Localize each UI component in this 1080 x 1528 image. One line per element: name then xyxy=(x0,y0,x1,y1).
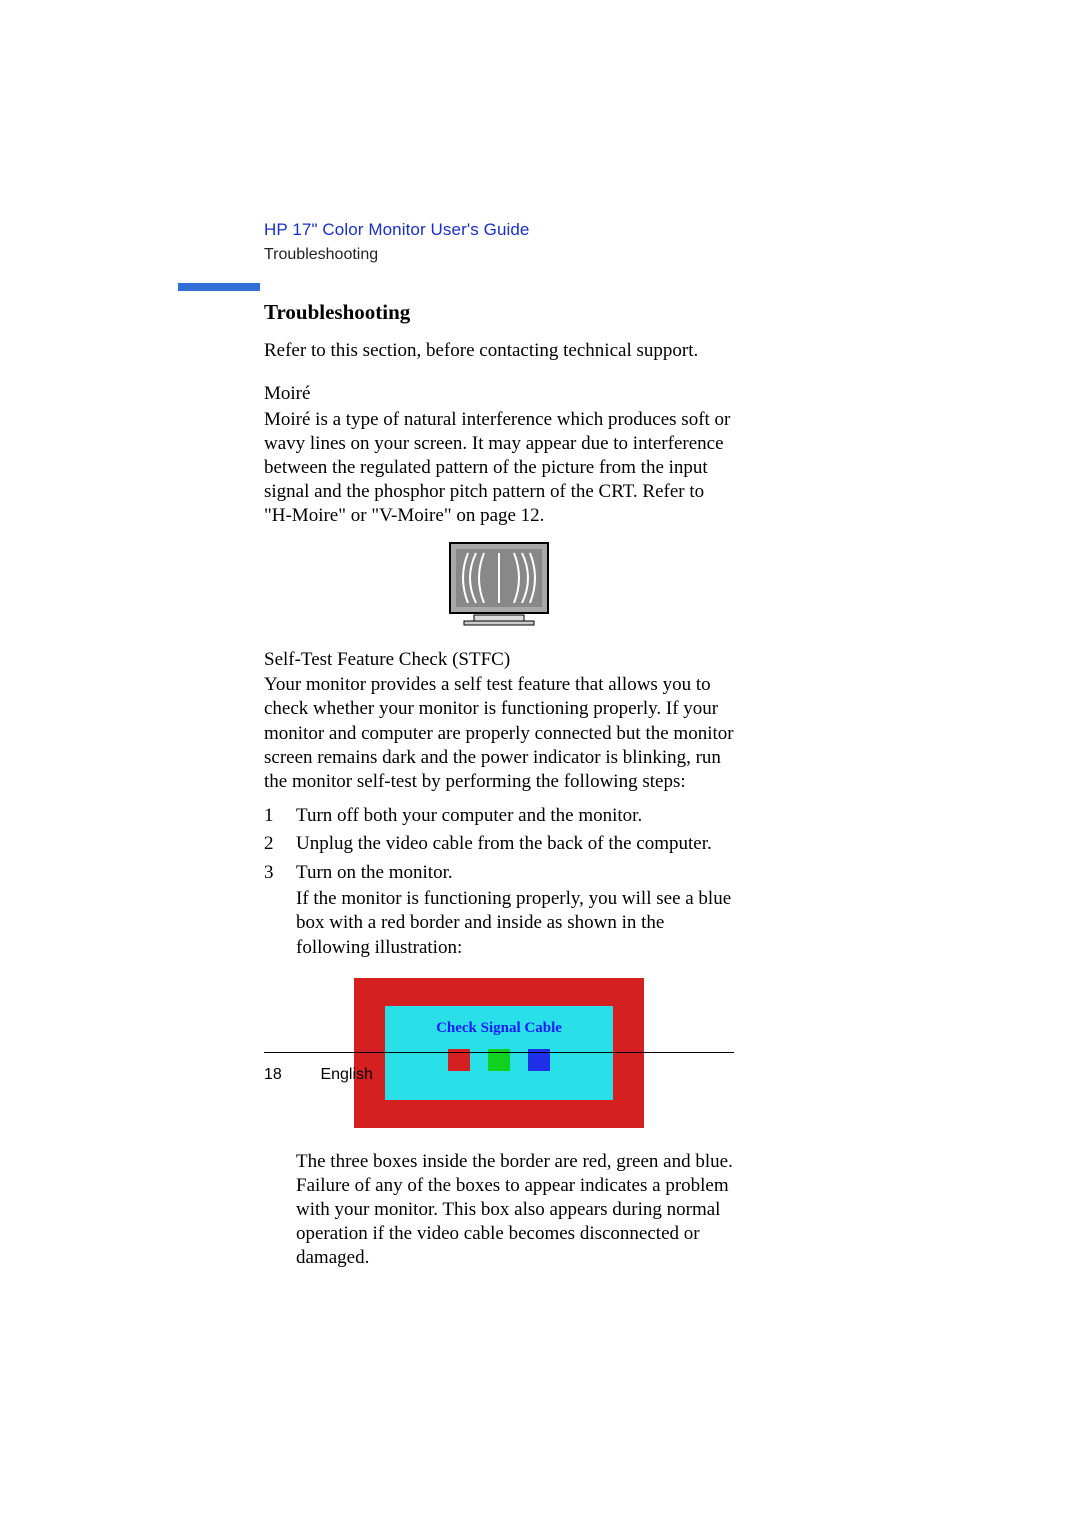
section-marker-bar xyxy=(178,283,260,291)
content-column: Troubleshooting Refer to this section, b… xyxy=(264,300,734,1270)
step-text: Turn off both your computer and the moni… xyxy=(296,804,734,828)
footer-rule xyxy=(264,1052,734,1053)
stfc-body: Your monitor provides a self test featur… xyxy=(264,673,734,794)
stfc-caption: Check Signal Cable xyxy=(385,1020,613,1037)
page-footer: 18 English xyxy=(264,1066,373,1084)
page-header: HP 17" Color Monitor User's Guide Troubl… xyxy=(264,220,734,264)
step-num: 2 xyxy=(264,832,296,856)
step-2: 2 Unplug the video cable from the back o… xyxy=(264,832,734,856)
moire-body: Moiré is a type of natural interference … xyxy=(264,408,734,529)
step-num: 3 xyxy=(264,861,296,960)
step-3: 3 Turn on the monitor. If the monitor is… xyxy=(264,861,734,960)
breadcrumb: Troubleshooting xyxy=(264,246,734,264)
section-intro: Refer to this section, before contacting… xyxy=(264,339,734,363)
page-number: 18 xyxy=(264,1066,316,1084)
step-1: 1 Turn off both your computer and the mo… xyxy=(264,804,734,828)
step-num: 1 xyxy=(264,804,296,828)
moire-illustration xyxy=(444,539,554,629)
moire-heading: Moiré xyxy=(264,383,734,406)
page: HP 17" Color Monitor User's Guide Troubl… xyxy=(0,0,1080,1528)
step-text: Turn on the monitor. If the monitor is f… xyxy=(296,861,734,960)
step-subtext: If the monitor is functioning properly, … xyxy=(296,887,734,960)
stfc-heading: Self-Test Feature Check (STFC) xyxy=(264,649,734,672)
footer-language: English xyxy=(320,1066,372,1083)
step-text: Unplug the video cable from the back of … xyxy=(296,832,734,856)
stfc-steps: 1 Turn off both your computer and the mo… xyxy=(264,804,734,960)
stfc-after: The three boxes inside the border are re… xyxy=(296,1150,734,1271)
section-title: Troubleshooting xyxy=(264,300,734,325)
guide-title: HP 17" Color Monitor User's Guide xyxy=(264,220,734,240)
